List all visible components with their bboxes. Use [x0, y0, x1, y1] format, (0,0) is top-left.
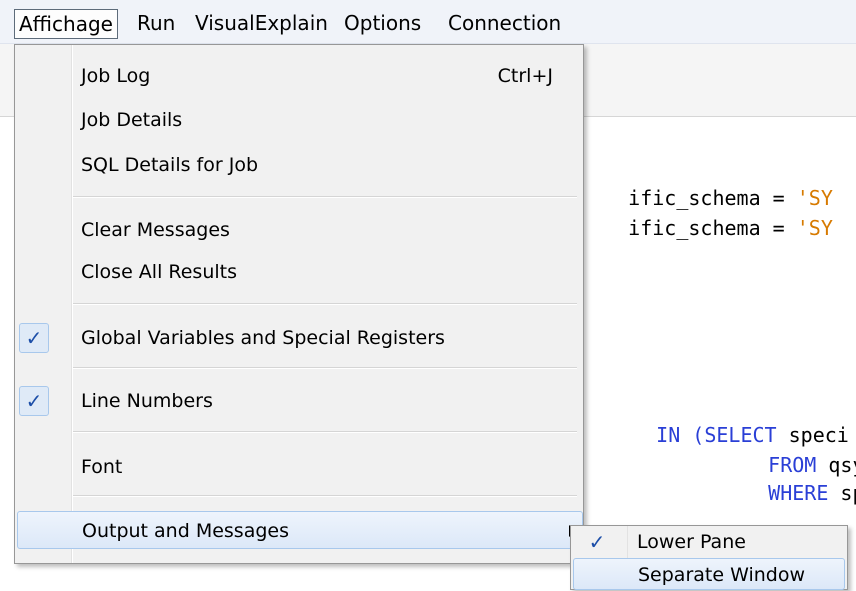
code-token: spe	[840, 481, 856, 505]
code-line-5: WHERE spe	[720, 457, 856, 529]
menu-item-label: Output and Messages	[82, 520, 289, 542]
menu-separator	[73, 495, 577, 497]
menu-item-close-all-results[interactable]: Close All Results	[15, 253, 583, 291]
menu-item-job-details[interactable]: Job Details	[15, 101, 583, 139]
output-messages-submenu: ✓ Lower Pane Separate Window	[570, 525, 848, 590]
checkmark-icon: ✓	[19, 386, 49, 416]
menu-item-output-and-messages[interactable]: Output and Messages	[17, 511, 583, 549]
checkmark-icon: ✓	[588, 530, 606, 554]
menu-item-line-numbers[interactable]: ✓ Line Numbers	[15, 382, 583, 420]
code-line-2: ific_schema = 'SY	[580, 192, 833, 264]
menu-item-clear-messages[interactable]: Clear Messages	[15, 211, 583, 249]
submenu-item-separate-window[interactable]: Separate Window	[573, 558, 845, 590]
menu-item-label: Line Numbers	[81, 390, 213, 412]
menu-separator	[73, 367, 577, 369]
code-token: IN (	[656, 423, 705, 447]
menu-item-label: Clear Messages	[81, 219, 230, 241]
menu-separator	[73, 196, 577, 198]
menu-item-font[interactable]: Font	[15, 448, 583, 486]
menu-item-label: Global Variables and Special Registers	[81, 327, 445, 349]
menu-item-job-log[interactable]: Job Log Ctrl+J	[15, 57, 583, 95]
menu-item-label: Close All Results	[81, 261, 237, 283]
menu-item-label: SQL Details for Job	[81, 154, 259, 176]
menu-item-global-variables[interactable]: ✓ Global Variables and Special Registers	[15, 319, 583, 357]
menu-options[interactable]: Options	[340, 9, 425, 39]
menu-item-sql-details[interactable]: SQL Details for Job	[15, 146, 583, 184]
checkmark-icon: ✓	[19, 323, 49, 353]
menu-visualexplain[interactable]: VisualExplain	[191, 9, 332, 39]
menu-bar: Affichage Run VisualExplain Options Conn…	[0, 0, 856, 44]
submenu-item-label: Lower Pane	[637, 531, 746, 553]
submenu-item-label: Separate Window	[638, 564, 806, 586]
affichage-dropdown: Job Log Ctrl+J Job Details SQL Details f…	[14, 44, 584, 564]
menu-item-label: Font	[81, 456, 123, 478]
menu-separator	[73, 431, 577, 433]
submenu-item-lower-pane[interactable]: ✓ Lower Pane	[571, 526, 847, 558]
menu-run[interactable]: Run	[133, 9, 179, 39]
code-token: WHERE	[768, 481, 829, 505]
menu-item-label: Job Details	[81, 109, 183, 131]
code-token: ific_schema =	[628, 216, 797, 240]
menu-connection[interactable]: Connection	[444, 9, 565, 39]
menu-item-label: Job Log	[81, 65, 151, 87]
code-token: 'SY	[796, 216, 833, 240]
menu-affichage[interactable]: Affichage	[14, 9, 118, 39]
menu-separator	[73, 303, 577, 305]
shortcut-label: Ctrl+J	[497, 65, 553, 87]
